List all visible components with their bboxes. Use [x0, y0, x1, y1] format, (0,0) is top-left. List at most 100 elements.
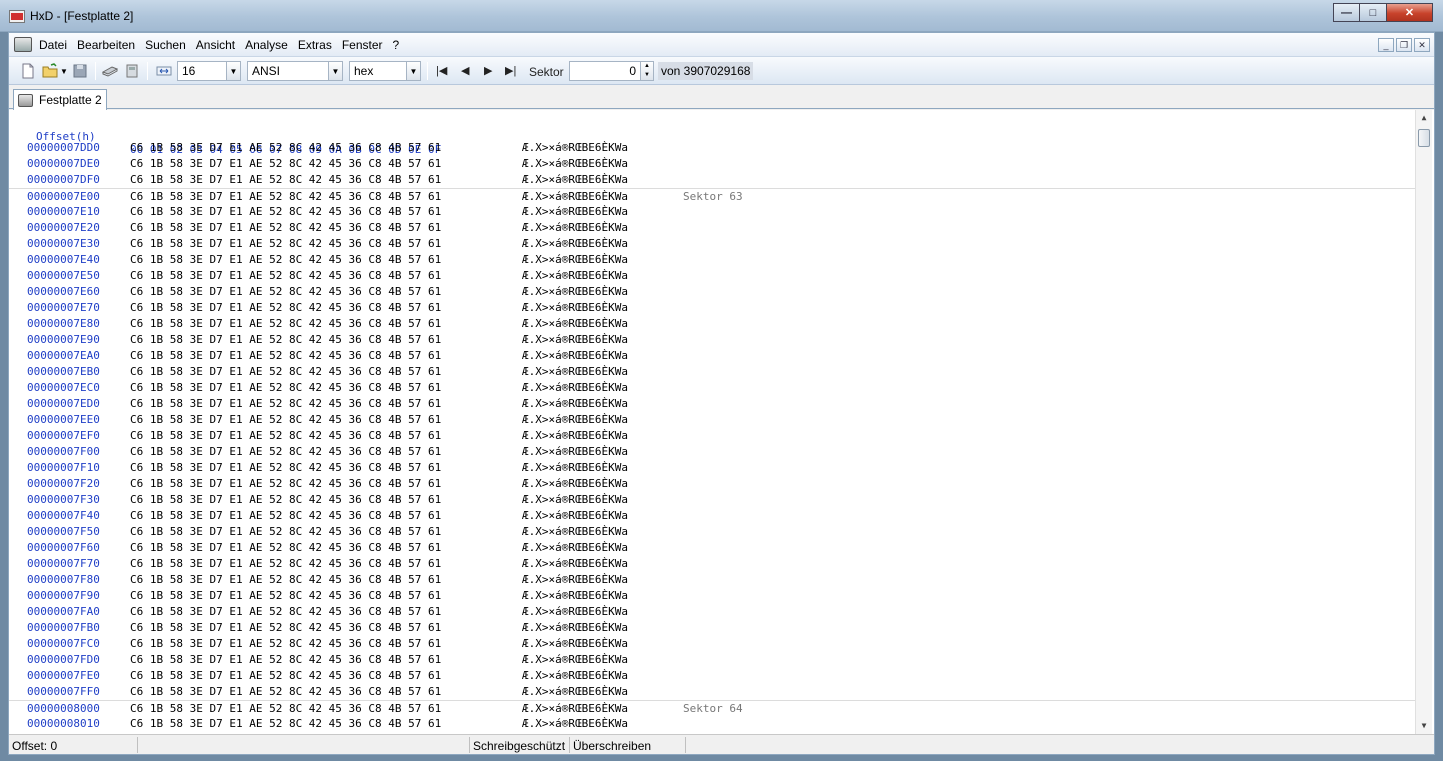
hex-row[interactable]: 00000007FE0 C6 1B 58 3E D7 E1 AE 52 8C 42… [9, 668, 1415, 684]
scroll-up-icon[interactable]: ▲ [1416, 110, 1432, 126]
row-decoded-text[interactable]: Æ.X>×á®RŒBE6ÈKWa [522, 444, 628, 460]
hex-row[interactable]: 00000007E50 C6 1B 58 3E D7 E1 AE 52 8C 42… [9, 268, 1415, 284]
hex-row[interactable]: 00000007E20 C6 1B 58 3E D7 E1 AE 52 8C 42… [9, 220, 1415, 236]
hex-row[interactable]: 00000007E60 C6 1B 58 3E D7 E1 AE 52 8C 42… [9, 284, 1415, 300]
row-hex-bytes[interactable]: C6 1B 58 3E D7 E1 AE 52 8C 42 45 36 C8 4… [130, 140, 441, 156]
row-decoded-text[interactable]: Æ.X>×á®RŒBE6ÈKWa [522, 140, 628, 156]
hex-row[interactable]: 00000007F90 C6 1B 58 3E D7 E1 AE 52 8C 42… [9, 588, 1415, 604]
row-decoded-text[interactable]: Æ.X>×á®RŒBE6ÈKWa [522, 252, 628, 268]
hex-row[interactable]: 00000007DD0 C6 1B 58 3E D7 E1 AE 52 8C 42… [9, 140, 1415, 156]
hex-row[interactable]: 00000007F00 C6 1B 58 3E D7 E1 AE 52 8C 42… [9, 444, 1415, 460]
next-sector-icon[interactable]: ▶ [484, 64, 492, 77]
menu-analyse[interactable]: Analyse [245, 38, 288, 52]
row-hex-bytes[interactable]: C6 1B 58 3E D7 E1 AE 52 8C 42 45 36 C8 4… [130, 684, 441, 700]
menu-bearbeiten[interactable]: Bearbeiten [77, 38, 135, 52]
hex-row[interactable]: 00000007DE0 C6 1B 58 3E D7 E1 AE 52 8C 42… [9, 156, 1415, 172]
hex-row[interactable]: 00000007F10 C6 1B 58 3E D7 E1 AE 52 8C 42… [9, 460, 1415, 476]
row-decoded-text[interactable]: Æ.X>×á®RŒBE6ÈKWa [522, 620, 628, 636]
row-decoded-text[interactable]: Æ.X>×á®RŒBE6ÈKWa [522, 364, 628, 380]
hex-row[interactable]: 00000007EE0 C6 1B 58 3E D7 E1 AE 52 8C 42… [9, 412, 1415, 428]
row-hex-bytes[interactable]: C6 1B 58 3E D7 E1 AE 52 8C 42 45 36 C8 4… [130, 716, 441, 732]
row-hex-bytes[interactable]: C6 1B 58 3E D7 E1 AE 52 8C 42 45 36 C8 4… [130, 652, 441, 668]
scroll-down-icon[interactable]: ▼ [1416, 718, 1432, 734]
charset-select[interactable]: ANSI ▼ [247, 61, 343, 81]
sector-spinner[interactable]: ▲ ▼ [641, 61, 654, 81]
row-hex-bytes[interactable]: C6 1B 58 3E D7 E1 AE 52 8C 42 45 36 C8 4… [130, 508, 441, 524]
row-decoded-text[interactable]: Æ.X>×á®RŒBE6ÈKWa [522, 236, 628, 252]
mdi-close-icon[interactable]: ✕ [1414, 38, 1430, 52]
open-ram-button[interactable] [123, 61, 141, 81]
maximize-button[interactable]: □ [1360, 3, 1387, 22]
row-decoded-text[interactable]: Æ.X>×á®RŒBE6ÈKWa [522, 220, 628, 236]
row-hex-bytes[interactable]: C6 1B 58 3E D7 E1 AE 52 8C 42 45 36 C8 4… [130, 444, 441, 460]
hex-row[interactable]: 00000007E40 C6 1B 58 3E D7 E1 AE 52 8C 42… [9, 252, 1415, 268]
hex-row[interactable]: 00000007F50 C6 1B 58 3E D7 E1 AE 52 8C 42… [9, 524, 1415, 540]
row-hex-bytes[interactable]: C6 1B 58 3E D7 E1 AE 52 8C 42 45 36 C8 4… [130, 268, 441, 284]
row-decoded-text[interactable]: Æ.X>×á®RŒBE6ÈKWa [522, 572, 628, 588]
row-decoded-text[interactable]: Æ.X>×á®RŒBE6ÈKWa [522, 716, 628, 732]
row-hex-bytes[interactable]: C6 1B 58 3E D7 E1 AE 52 8C 42 45 36 C8 4… [130, 604, 441, 620]
row-decoded-text[interactable]: Æ.X>×á®RŒBE6ÈKWa [522, 652, 628, 668]
row-decoded-text[interactable]: Æ.X>×á®RŒBE6ÈKWa [522, 508, 628, 524]
hex-row[interactable]: 00000007F80 C6 1B 58 3E D7 E1 AE 52 8C 42… [9, 572, 1415, 588]
sector-input[interactable]: 0 [569, 61, 641, 81]
hex-row[interactable]: 00000007FA0 C6 1B 58 3E D7 E1 AE 52 8C 42… [9, 604, 1415, 620]
row-hex-bytes[interactable]: C6 1B 58 3E D7 E1 AE 52 8C 42 45 36 C8 4… [130, 252, 441, 268]
hex-row[interactable]: 00000007E10 C6 1B 58 3E D7 E1 AE 52 8C 42… [9, 204, 1415, 220]
row-hex-bytes[interactable]: C6 1B 58 3E D7 E1 AE 52 8C 42 45 36 C8 4… [130, 236, 441, 252]
hex-row[interactable]: 00000007E90 C6 1B 58 3E D7 E1 AE 52 8C 42… [9, 332, 1415, 348]
row-hex-bytes[interactable]: C6 1B 58 3E D7 E1 AE 52 8C 42 45 36 C8 4… [130, 204, 441, 220]
hex-row[interactable]: 00000007EF0 C6 1B 58 3E D7 E1 AE 52 8C 42… [9, 428, 1415, 444]
row-decoded-text[interactable]: Æ.X>×á®RŒBE6ÈKWa [522, 492, 628, 508]
row-decoded-text[interactable]: Æ.X>×á®RŒBE6ÈKWa [522, 316, 628, 332]
row-decoded-text[interactable]: Æ.X>×á®RŒBE6ÈKWa [522, 588, 628, 604]
row-decoded-text[interactable]: Æ.X>×á®RŒBE6ÈKWa [522, 268, 628, 284]
menu-ansicht[interactable]: Ansicht [196, 38, 235, 52]
row-hex-bytes[interactable]: C6 1B 58 3E D7 E1 AE 52 8C 42 45 36 C8 4… [130, 428, 441, 444]
first-sector-icon[interactable]: |◀ [436, 64, 447, 77]
vertical-scrollbar[interactable]: ▲ ▼ [1415, 110, 1432, 734]
hex-view[interactable]: Offset(h) 00 01 02 03 04 05 06 07 08 09 … [9, 110, 1434, 734]
chevron-down-icon[interactable]: ▼ [406, 62, 420, 80]
row-hex-bytes[interactable]: C6 1B 58 3E D7 E1 AE 52 8C 42 45 36 C8 4… [130, 460, 441, 476]
row-decoded-text[interactable]: Æ.X>×á®RŒBE6ÈKWa [522, 396, 628, 412]
row-hex-bytes[interactable]: C6 1B 58 3E D7 E1 AE 52 8C 42 45 36 C8 4… [130, 620, 441, 636]
hex-row[interactable]: 00000007EB0 C6 1B 58 3E D7 E1 AE 52 8C 42… [9, 364, 1415, 380]
row-hex-bytes[interactable]: C6 1B 58 3E D7 E1 AE 52 8C 42 45 36 C8 4… [130, 380, 441, 396]
row-hex-bytes[interactable]: C6 1B 58 3E D7 E1 AE 52 8C 42 45 36 C8 4… [130, 300, 441, 316]
hex-row[interactable]: 00000007E80 C6 1B 58 3E D7 E1 AE 52 8C 42… [9, 316, 1415, 332]
hex-row[interactable]: 00000007E30 C6 1B 58 3E D7 E1 AE 52 8C 42… [9, 236, 1415, 252]
row-decoded-text[interactable]: Æ.X>×á®RŒBE6ÈKWa [522, 204, 628, 220]
open-dropdown-icon[interactable]: ▼ [60, 67, 68, 76]
row-hex-bytes[interactable]: C6 1B 58 3E D7 E1 AE 52 8C 42 45 36 C8 4… [130, 588, 441, 604]
hex-row[interactable]: 00000007F70 C6 1B 58 3E D7 E1 AE 52 8C 42… [9, 556, 1415, 572]
mdi-restore-icon[interactable]: ❐ [1396, 38, 1412, 52]
menu-help[interactable]: ? [393, 38, 400, 52]
row-decoded-text[interactable]: Æ.X>×á®RŒBE6ÈKWa [522, 348, 628, 364]
hex-row[interactable]: 00000007FC0 C6 1B 58 3E D7 E1 AE 52 8C 42… [9, 636, 1415, 652]
row-decoded-text[interactable]: Æ.X>×á®RŒBE6ÈKWa [522, 460, 628, 476]
row-hex-bytes[interactable]: C6 1B 58 3E D7 E1 AE 52 8C 42 45 36 C8 4… [130, 524, 441, 540]
hex-row[interactable]: 00000007DF0 C6 1B 58 3E D7 E1 AE 52 8C 42… [9, 172, 1415, 188]
row-hex-bytes[interactable]: C6 1B 58 3E D7 E1 AE 52 8C 42 45 36 C8 4… [130, 636, 441, 652]
save-button[interactable] [71, 61, 89, 81]
offset-base-select[interactable]: hex ▼ [349, 61, 421, 81]
bytes-per-row-select[interactable]: 16 ▼ [177, 61, 241, 81]
open-file-button[interactable]: ▼ [41, 61, 68, 81]
hex-row[interactable]: 00000007FF0 C6 1B 58 3E D7 E1 AE 52 8C 42… [9, 684, 1415, 700]
row-decoded-text[interactable]: Æ.X>×á®RŒBE6ÈKWa [522, 524, 628, 540]
row-decoded-text[interactable]: Æ.X>×á®RŒBE6ÈKWa [522, 540, 628, 556]
minimize-button[interactable]: — [1333, 3, 1360, 22]
row-hex-bytes[interactable]: C6 1B 58 3E D7 E1 AE 52 8C 42 45 36 C8 4… [130, 172, 441, 188]
row-decoded-text[interactable]: Æ.X>×á®RŒBE6ÈKWa [522, 556, 628, 572]
row-hex-bytes[interactable]: C6 1B 58 3E D7 E1 AE 52 8C 42 45 36 C8 4… [130, 156, 441, 172]
open-disk-button[interactable] [101, 61, 119, 81]
row-decoded-text[interactable]: Æ.X>×á®RŒBE6ÈKWa [522, 604, 628, 620]
row-hex-bytes[interactable]: C6 1B 58 3E D7 E1 AE 52 8C 42 45 36 C8 4… [130, 332, 441, 348]
menu-suchen[interactable]: Suchen [145, 38, 186, 52]
hex-row[interactable]: 00000008000 C6 1B 58 3E D7 E1 AE 52 8C 42… [9, 700, 1415, 716]
row-hex-bytes[interactable]: C6 1B 58 3E D7 E1 AE 52 8C 42 45 36 C8 4… [130, 556, 441, 572]
hex-row[interactable]: 00000007EC0 C6 1B 58 3E D7 E1 AE 52 8C 42… [9, 380, 1415, 396]
hex-rows[interactable]: 00000007DD0 C6 1B 58 3E D7 E1 AE 52 8C 42… [9, 140, 1415, 732]
drive-icon[interactable] [14, 37, 32, 52]
